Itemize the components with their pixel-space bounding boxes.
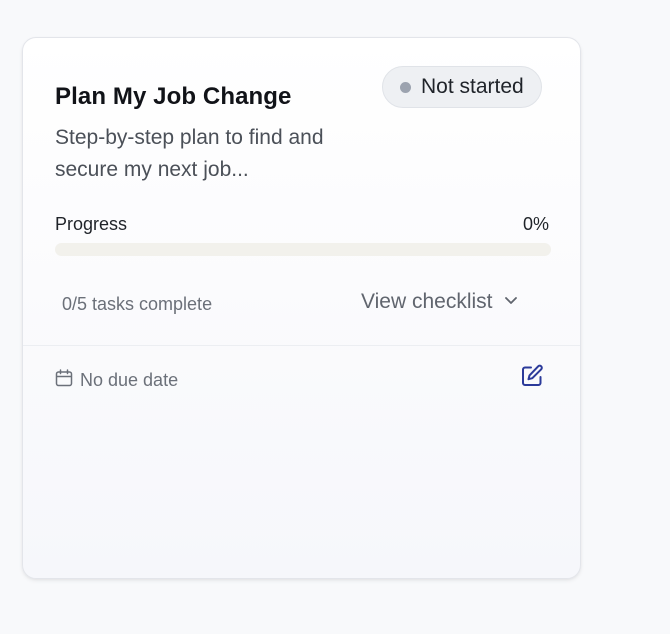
view-checklist-button[interactable]: View checklist xyxy=(361,290,519,314)
status-badge: Not started xyxy=(382,66,542,108)
calendar-icon xyxy=(55,369,73,392)
card-divider xyxy=(23,345,580,346)
task-card: Plan My Job Change Not started Step-by-s… xyxy=(22,37,581,579)
tasks-complete-count: 0/5 tasks complete xyxy=(62,294,213,314)
view-checklist-label: View checklist xyxy=(361,290,493,313)
progress-label: Progress xyxy=(55,214,128,234)
due-date: No due date xyxy=(55,369,178,392)
status-label: Not started xyxy=(421,75,524,98)
progress-value: 0% xyxy=(522,214,549,234)
edit-button[interactable] xyxy=(517,363,547,393)
edit-icon xyxy=(520,364,544,393)
due-date-label: No due date xyxy=(80,370,179,390)
card-description: Step-by-step plan to find and secure my … xyxy=(55,126,324,181)
status-dot xyxy=(400,81,411,93)
chevron-down-icon xyxy=(503,290,519,314)
card-title: Plan My Job Change xyxy=(55,83,292,110)
progress-bar xyxy=(55,243,551,256)
